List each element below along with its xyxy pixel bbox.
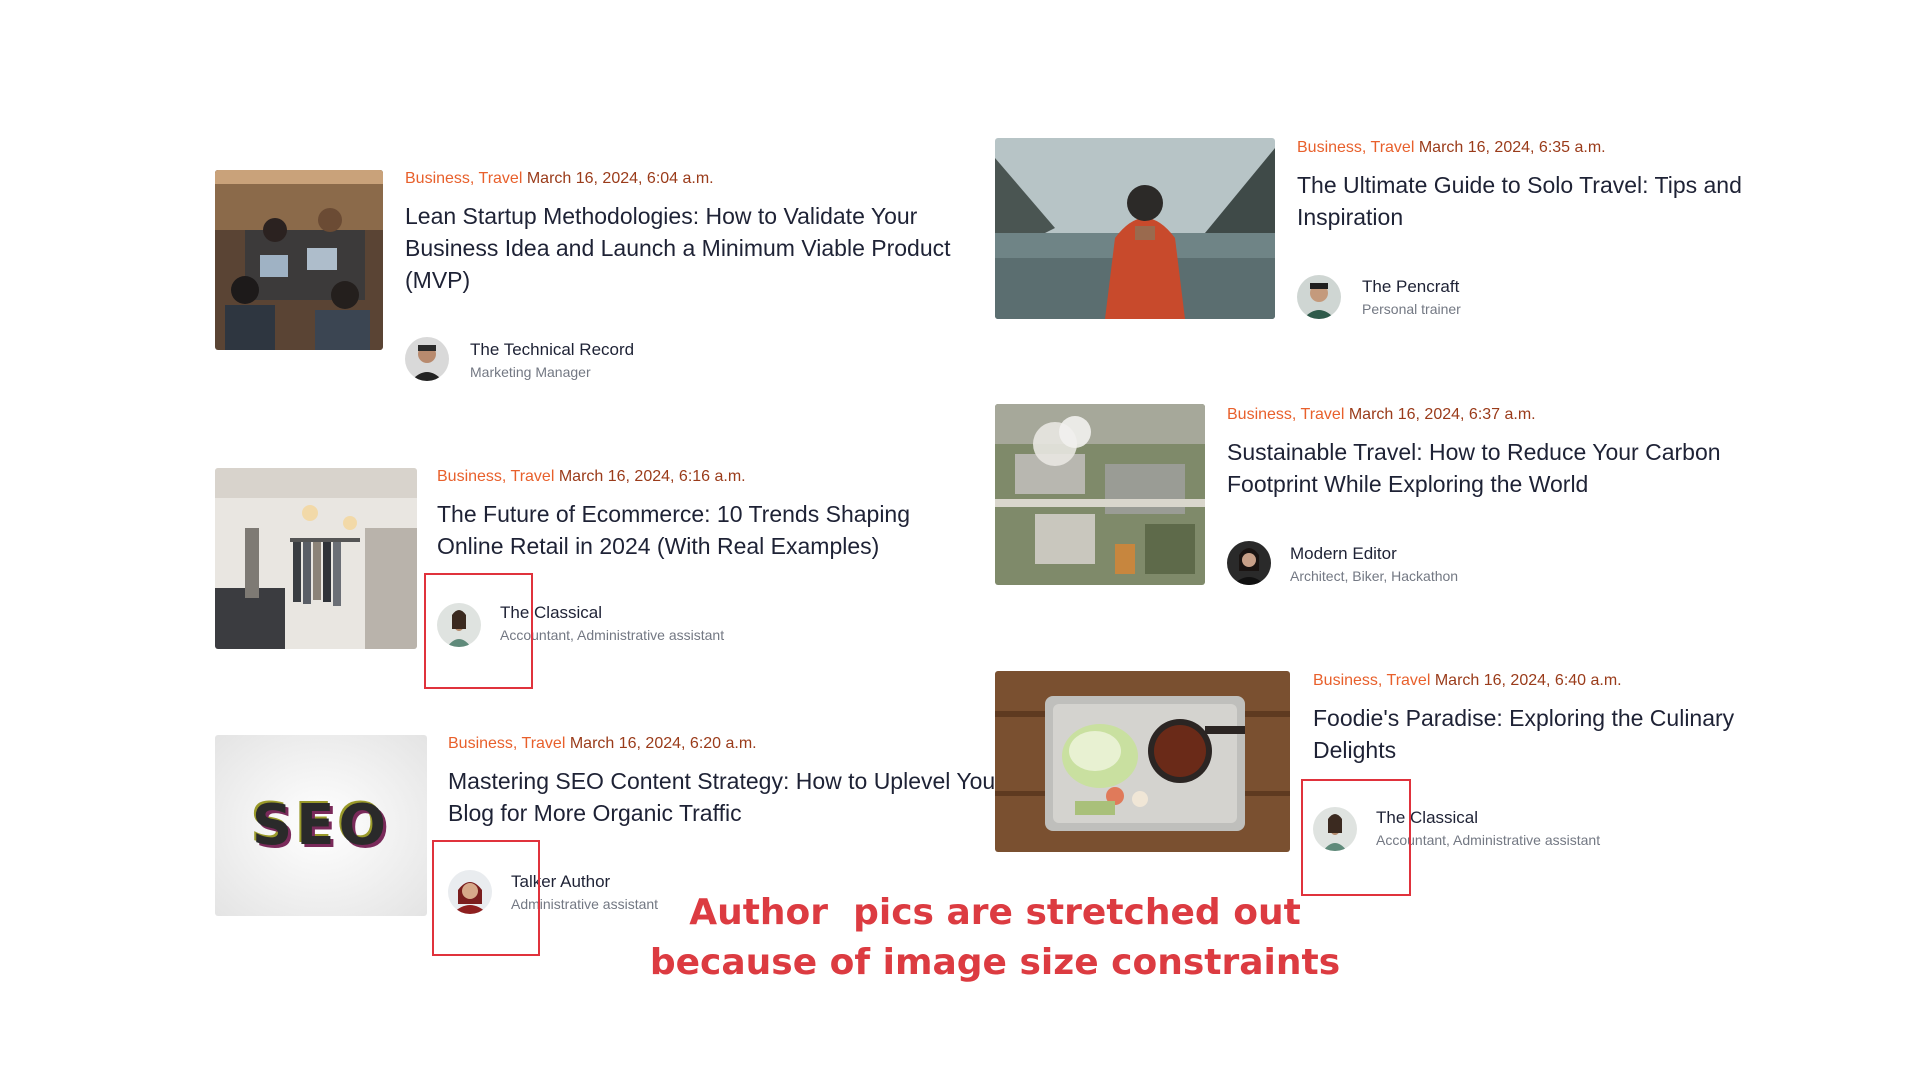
post-thumbnail[interactable]	[995, 404, 1205, 585]
post-title[interactable]: Foodie's Paradise: Exploring the Culinar…	[1313, 702, 1793, 766]
author-name[interactable]: The Pencraft	[1362, 277, 1459, 297]
author-avatar[interactable]	[1297, 275, 1341, 319]
annotation-highlight-box	[1301, 779, 1411, 896]
post-categories[interactable]: Business, Travel	[448, 735, 565, 752]
annotation-highlight-box	[432, 840, 540, 956]
post-thumbnail[interactable]	[215, 468, 417, 649]
annotation-highlight-box	[424, 573, 533, 689]
post-thumbnail[interactable]	[215, 170, 383, 350]
post-meta: Business, Travel March 16, 2024, 6:04 a.…	[405, 170, 714, 188]
author-name[interactable]: Modern Editor	[1290, 544, 1397, 564]
post-categories[interactable]: Business, Travel	[1227, 406, 1344, 423]
seo-letters: SEO	[251, 793, 391, 858]
author-name[interactable]: The Technical Record	[470, 340, 634, 360]
post-date: March 16, 2024, 6:37 a.m.	[1348, 406, 1536, 423]
author-role: Architect, Biker, Hackathon	[1290, 568, 1459, 584]
post-thumbnail[interactable]	[995, 671, 1290, 852]
author-avatar[interactable]	[405, 337, 449, 381]
post-categories[interactable]: Business, Travel	[405, 170, 522, 187]
post-categories[interactable]: Business, Travel	[1313, 672, 1430, 689]
post-date: March 16, 2024, 6:35 a.m.	[1418, 139, 1606, 156]
post-date: March 16, 2024, 6:16 a.m.	[558, 468, 746, 485]
post-title[interactable]: The Future of Ecommerce: 10 Trends Shapi…	[437, 498, 977, 562]
post-date: March 16, 2024, 6:40 a.m.	[1434, 672, 1622, 689]
author-role: Marketing Manager	[470, 364, 591, 380]
post-meta: Business, Travel March 16, 2024, 6:40 a.…	[1313, 672, 1622, 690]
post-date: March 16, 2024, 6:20 a.m.	[569, 735, 757, 752]
post-meta: Business, Travel March 16, 2024, 6:35 a.…	[1297, 139, 1606, 157]
post-meta: Business, Travel March 16, 2024, 6:20 a.…	[448, 735, 757, 753]
annotation-line-2: because of image size constraints	[649, 942, 1341, 983]
post-meta: Business, Travel March 16, 2024, 6:16 a.…	[437, 468, 746, 486]
author-avatar[interactable]	[1227, 541, 1271, 585]
author-role: Accountant, Administrative assistant	[500, 627, 725, 643]
post-thumbnail[interactable]: SEO	[215, 735, 427, 916]
annotation-line-1: Author pics are stretched out	[689, 892, 1301, 933]
post-thumbnail[interactable]	[995, 138, 1275, 319]
post-title[interactable]: Mastering SEO Content Strategy: How to U…	[448, 765, 1008, 829]
post-title[interactable]: Lean Startup Methodologies: How to Valid…	[405, 200, 985, 296]
post-categories[interactable]: Business, Travel	[1297, 139, 1414, 156]
author-role: Personal trainer	[1362, 301, 1461, 317]
post-date: March 16, 2024, 6:04 a.m.	[526, 170, 714, 187]
post-meta: Business, Travel March 16, 2024, 6:37 a.…	[1227, 406, 1536, 424]
annotation-text: Author pics are stretched out because of…	[620, 888, 1370, 988]
post-title[interactable]: The Ultimate Guide to Solo Travel: Tips …	[1297, 169, 1777, 233]
post-categories[interactable]: Business, Travel	[437, 468, 554, 485]
post-title[interactable]: Sustainable Travel: How to Reduce Your C…	[1227, 436, 1797, 500]
